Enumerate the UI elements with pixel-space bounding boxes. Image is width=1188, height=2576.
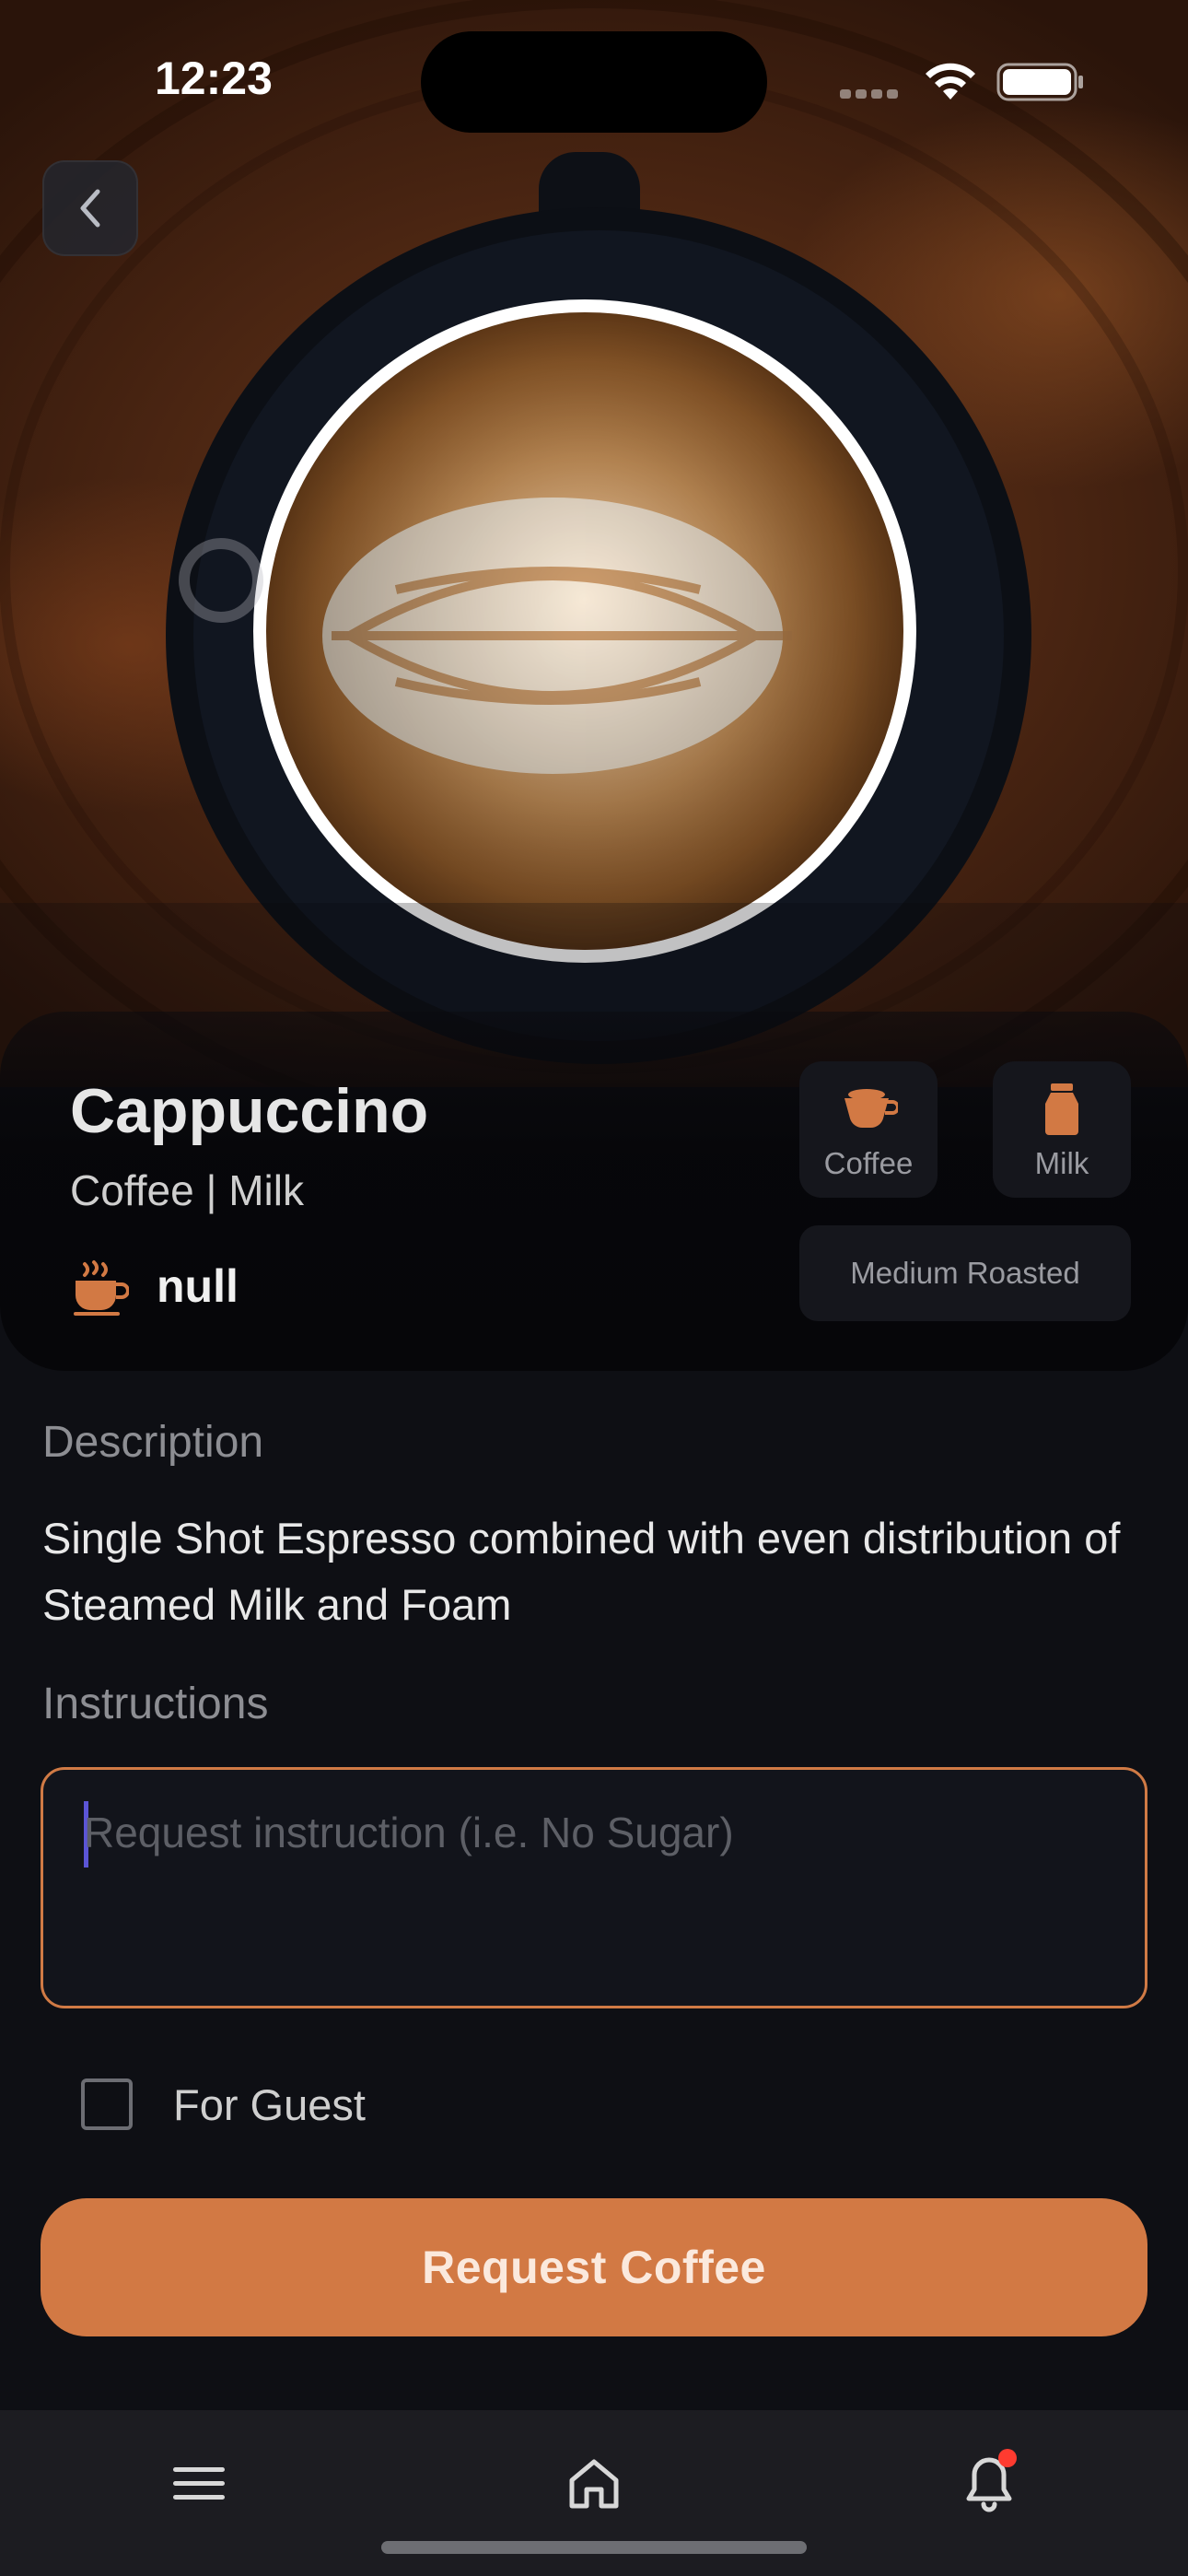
- tag-milk: Milk: [993, 1061, 1131, 1198]
- battery-icon: [996, 63, 1083, 101]
- home-icon: [569, 2459, 619, 2509]
- tag-milk-label: Milk: [1034, 1146, 1089, 1180]
- tag-coffee-label: Coffee: [823, 1146, 914, 1180]
- back-button[interactable]: [42, 160, 138, 256]
- hero-image: [0, 0, 1188, 1087]
- cellular-signal-icon: [840, 85, 904, 99]
- wifi-icon: [926, 63, 975, 100]
- milk-bottle-icon: [1045, 1083, 1078, 1135]
- for-guest-checkbox[interactable]: [81, 2078, 133, 2130]
- status-time: 12:23: [155, 53, 273, 104]
- roast-value: null: [157, 1260, 239, 1312]
- instructions-label: Instructions: [42, 1680, 269, 1728]
- notification-badge: [998, 2449, 1017, 2467]
- coffee-detail-screen: 12:23 Cappuccino Coffee | Milk null Coff…: [0, 0, 1188, 2576]
- nav-menu-button[interactable]: [153, 2438, 245, 2530]
- instructions-field[interactable]: [41, 1767, 1147, 2008]
- hamburger-menu-icon: [173, 2467, 225, 2500]
- description-text: Single Shot Espresso combined with even …: [42, 1514, 1121, 1629]
- roast-level-chip: Medium Roasted: [799, 1225, 1131, 1321]
- for-guest-row[interactable]: For Guest: [81, 2077, 366, 2132]
- nav-home-button[interactable]: [548, 2438, 640, 2530]
- chevron-left-icon: [80, 189, 100, 228]
- hot-coffee-icon: [74, 1260, 129, 1316]
- request-coffee-button[interactable]: Request Coffee: [41, 2198, 1147, 2336]
- nav-notifications-button[interactable]: [943, 2438, 1035, 2530]
- product-subtitle: Coffee | Milk: [70, 1166, 304, 1214]
- for-guest-label: For Guest: [173, 2079, 366, 2129]
- instructions-input[interactable]: [84, 1799, 1106, 1984]
- home-indicator[interactable]: [381, 2541, 807, 2554]
- dynamic-island: [421, 31, 767, 133]
- tag-coffee: Coffee: [799, 1061, 938, 1198]
- coffee-cup-icon: [844, 1089, 898, 1129]
- product-name: Cappuccino: [70, 1076, 429, 1146]
- description-label: Description: [42, 1418, 264, 1467]
